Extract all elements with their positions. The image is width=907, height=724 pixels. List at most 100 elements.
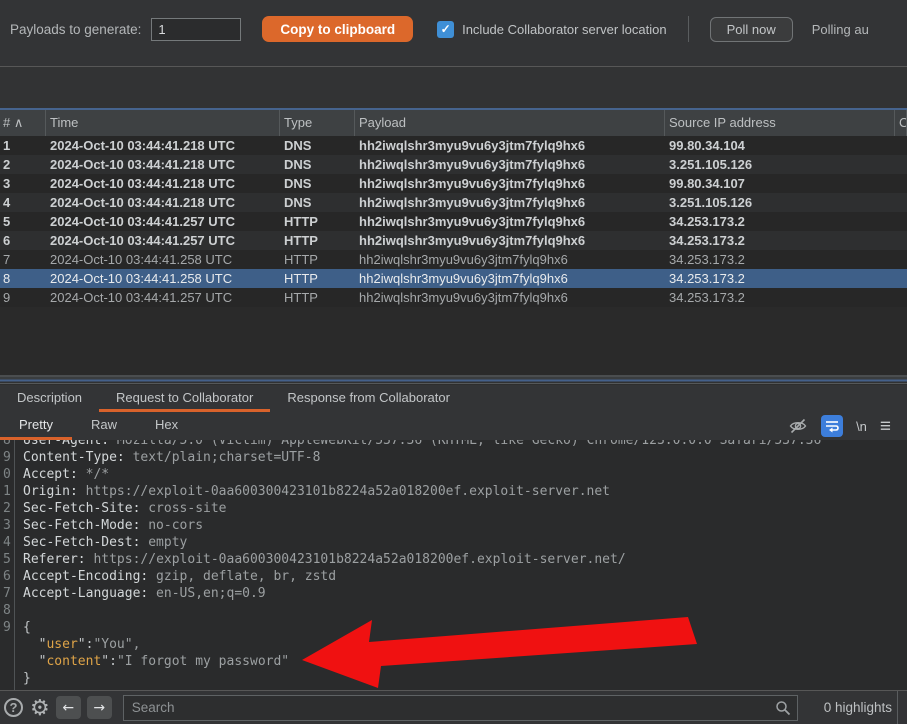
line-number: 6 bbox=[0, 568, 14, 585]
cell-time: 2024-Oct-10 03:44:41.257 UTC bbox=[46, 288, 280, 307]
line-content: Accept-Language: en-US,en;q=0.9 bbox=[14, 585, 266, 602]
cell-source-ip: 34.253.173.2 bbox=[665, 250, 895, 269]
line-number: 4 bbox=[0, 534, 14, 551]
column-header-2[interactable]: Type bbox=[280, 110, 355, 136]
cell-comment bbox=[895, 288, 907, 307]
cell-comment bbox=[895, 212, 907, 231]
cell-type: DNS bbox=[280, 193, 355, 212]
cell-type: HTTP bbox=[280, 288, 355, 307]
line-content: User-Agent: Mozilla/5.0 (Victim) AppleWe… bbox=[14, 440, 821, 449]
line-content bbox=[14, 602, 23, 619]
cell-type: HTTP bbox=[280, 250, 355, 269]
cell-time: 2024-Oct-10 03:44:41.257 UTC bbox=[46, 231, 280, 250]
table-header-row: # ∧TimeTypePayloadSource IP addressC bbox=[0, 108, 907, 136]
settings-gear-icon[interactable]: ⚙ bbox=[30, 697, 50, 719]
request-code-view[interactable]: 8User-Agent: Mozilla/5.0 (Victim) AppleW… bbox=[0, 440, 907, 690]
code-line: 9{ bbox=[0, 619, 907, 636]
poll-now-button[interactable]: Poll now bbox=[710, 17, 793, 42]
line-number: 9 bbox=[0, 449, 14, 466]
cell-payload: hh2iwqlshr3myu9vu6y3jtm7fylq9hx6 bbox=[355, 155, 665, 174]
cell-number: 5 bbox=[0, 212, 46, 231]
code-line: 0Accept: */* bbox=[0, 466, 907, 483]
cell-time: 2024-Oct-10 03:44:41.218 UTC bbox=[46, 155, 280, 174]
cell-type: HTTP bbox=[280, 269, 355, 288]
column-header-5[interactable]: C bbox=[895, 110, 907, 136]
cell-type: DNS bbox=[280, 155, 355, 174]
checkbox-checked-icon[interactable]: ✓ bbox=[437, 21, 454, 38]
tab-raw[interactable]: Raw bbox=[72, 412, 136, 440]
line-content: Content-Type: text/plain;charset=UTF-8 bbox=[14, 449, 320, 466]
cell-source-ip: 34.253.173.2 bbox=[665, 231, 895, 250]
cell-type: HTTP bbox=[280, 212, 355, 231]
line-number: 5 bbox=[0, 551, 14, 568]
cell-number: 9 bbox=[0, 288, 46, 307]
tab-response-from-collaborator[interactable]: Response from Collaborator bbox=[270, 385, 467, 412]
show-newlines-icon[interactable]: \n bbox=[856, 419, 867, 434]
search-field-wrap bbox=[123, 695, 798, 721]
line-number bbox=[0, 653, 14, 670]
table-row[interactable]: 32024-Oct-10 03:44:41.218 UTCDNShh2iwqls… bbox=[0, 174, 907, 193]
search-input[interactable] bbox=[123, 695, 798, 721]
previous-match-button[interactable]: ← bbox=[56, 696, 81, 719]
help-icon[interactable]: ? bbox=[4, 698, 23, 717]
code-line: 6Accept-Encoding: gzip, deflate, br, zst… bbox=[0, 568, 907, 585]
cell-number: 1 bbox=[0, 136, 46, 155]
table-row[interactable]: 22024-Oct-10 03:44:41.218 UTCDNShh2iwqls… bbox=[0, 155, 907, 174]
column-header-4[interactable]: Source IP address bbox=[665, 110, 895, 136]
table-row[interactable]: 82024-Oct-10 03:44:41.258 UTCHTTPhh2iwql… bbox=[0, 269, 907, 288]
column-header-0[interactable]: # ∧ bbox=[0, 110, 46, 136]
copy-to-clipboard-button[interactable]: Copy to clipboard bbox=[262, 16, 413, 42]
tab-pretty[interactable]: Pretty bbox=[0, 412, 72, 440]
polling-automatically-label: Polling au bbox=[812, 22, 869, 37]
editor-toolbar-icons: \n ≡ bbox=[788, 412, 907, 440]
cell-time: 2024-Oct-10 03:44:41.218 UTC bbox=[46, 174, 280, 193]
line-number: 7 bbox=[0, 585, 14, 602]
editor-menu-icon[interactable]: ≡ bbox=[880, 417, 891, 436]
cell-source-ip: 3.251.105.126 bbox=[665, 193, 895, 212]
table-row[interactable]: 12024-Oct-10 03:44:41.218 UTCDNShh2iwqls… bbox=[0, 136, 907, 155]
cell-comment bbox=[895, 250, 907, 269]
table-row[interactable]: 52024-Oct-10 03:44:41.257 UTCHTTPhh2iwql… bbox=[0, 212, 907, 231]
line-content: Accept-Encoding: gzip, deflate, br, zstd bbox=[14, 568, 336, 585]
code-line: 5Referer: https://exploit-0aa60030042310… bbox=[0, 551, 907, 568]
tab-description[interactable]: Description bbox=[0, 385, 99, 412]
cell-payload: hh2iwqlshr3myu9vu6y3jtm7fylq9hx6 bbox=[355, 231, 665, 250]
search-icon bbox=[775, 700, 791, 716]
code-line: 2Sec-Fetch-Site: cross-site bbox=[0, 500, 907, 517]
next-match-button[interactable]: → bbox=[87, 696, 112, 719]
column-header-3[interactable]: Payload bbox=[355, 110, 665, 136]
table-row[interactable]: 62024-Oct-10 03:44:41.257 UTCHTTPhh2iwql… bbox=[0, 231, 907, 250]
payloads-count-input[interactable] bbox=[151, 18, 241, 41]
line-number: 2 bbox=[0, 500, 14, 517]
burp-collaborator-window: Payloads to generate: Copy to clipboard … bbox=[0, 0, 907, 724]
line-number: 3 bbox=[0, 517, 14, 534]
editor-view-tab-bar: Pretty Raw Hex \n ≡ bbox=[0, 412, 907, 440]
line-number: 8 bbox=[0, 440, 14, 449]
line-number: 1 bbox=[0, 483, 14, 500]
cell-type: DNS bbox=[280, 136, 355, 155]
panel-splitter[interactable] bbox=[0, 375, 907, 385]
tab-hex[interactable]: Hex bbox=[136, 412, 197, 440]
code-line: "content":"I forgot my password" bbox=[0, 653, 907, 670]
table-row[interactable]: 42024-Oct-10 03:44:41.218 UTCDNShh2iwqls… bbox=[0, 193, 907, 212]
cell-source-ip: 34.253.173.2 bbox=[665, 212, 895, 231]
cell-payload: hh2iwqlshr3myu9vu6y3jtm7fylq9hx6 bbox=[355, 174, 665, 193]
cell-number: 4 bbox=[0, 193, 46, 212]
word-wrap-icon[interactable] bbox=[821, 415, 843, 437]
table-row[interactable]: 92024-Oct-10 03:44:41.257 UTCHTTPhh2iwql… bbox=[0, 288, 907, 307]
search-status-bar: ? ⚙ ← → 0 highlights bbox=[0, 690, 907, 724]
hide-nonprintable-eye-slash-icon[interactable] bbox=[788, 416, 808, 436]
cell-payload: hh2iwqlshr3myu9vu6y3jtm7fylq9hx6 bbox=[355, 250, 665, 269]
line-number bbox=[0, 636, 14, 653]
code-line: 3Sec-Fetch-Mode: no-cors bbox=[0, 517, 907, 534]
cell-source-ip: 99.80.34.104 bbox=[665, 136, 895, 155]
detail-tab-bar: Description Request to Collaborator Resp… bbox=[0, 385, 907, 412]
code-line: "user":"You", bbox=[0, 636, 907, 653]
statusbar-edge-divider bbox=[897, 691, 898, 724]
table-row[interactable]: 72024-Oct-10 03:44:41.258 UTCHTTPhh2iwql… bbox=[0, 250, 907, 269]
cell-source-ip: 3.251.105.126 bbox=[665, 155, 895, 174]
cell-time: 2024-Oct-10 03:44:41.218 UTC bbox=[46, 193, 280, 212]
tab-request-to-collaborator[interactable]: Request to Collaborator bbox=[99, 385, 270, 412]
column-header-1[interactable]: Time bbox=[46, 110, 280, 136]
include-server-location-checkbox-row[interactable]: ✓ Include Collaborator server location bbox=[437, 21, 667, 38]
